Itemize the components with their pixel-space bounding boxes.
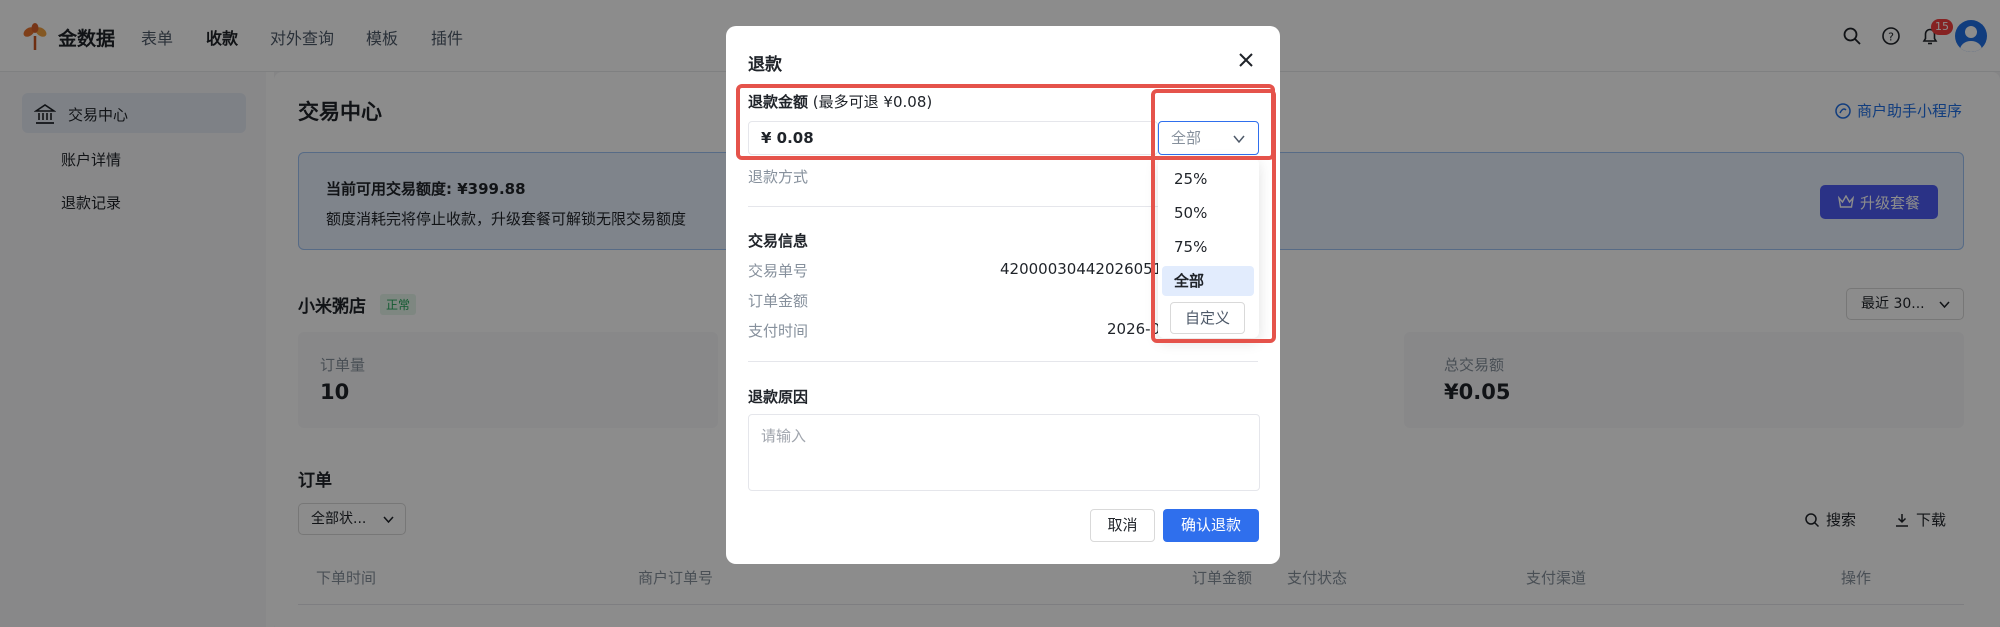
refund-percentage-value: 全部 [1171, 129, 1202, 147]
refund-amount-title: 退款金额 [748, 93, 809, 111]
refund-amount-value: ¥ 0.08 [761, 129, 814, 147]
refund-percentage-select[interactable]: 全部 [1158, 121, 1259, 155]
option-25[interactable]: 25% [1162, 164, 1254, 194]
option-all[interactable]: 全部 [1162, 266, 1254, 296]
reason-placeholder: 请输入 [761, 427, 807, 445]
option-50[interactable]: 50% [1162, 198, 1254, 228]
refund-method-label: 退款方式 [748, 168, 809, 186]
refund-reason-label: 退款原因 [748, 388, 809, 406]
cancel-button[interactable]: 取消 [1090, 509, 1155, 542]
refund-amount-label: 退款金额 (最多可退 ¥0.08) [748, 91, 932, 112]
refund-amount-hint: (最多可退 ¥0.08) [812, 93, 933, 111]
order-amount-label: 订单金额 [748, 292, 809, 310]
trade-no-value: 420000304420260514 [1000, 260, 1158, 278]
dialog-title: 退款 [748, 55, 782, 75]
refund-reason-input[interactable]: 请输入 [748, 414, 1260, 491]
trade-info-title: 交易信息 [748, 232, 809, 250]
trade-no-label: 交易单号 [748, 262, 809, 280]
confirm-refund-button[interactable]: 确认退款 [1163, 509, 1259, 542]
chevron-down-icon [1233, 135, 1245, 144]
divider [748, 361, 1258, 362]
close-icon[interactable] [1236, 50, 1256, 70]
pay-time-label: 支付时间 [748, 322, 809, 340]
custom-amount-button[interactable]: 自定义 [1170, 302, 1245, 334]
pay-time-value: 2026-0 [1107, 320, 1158, 338]
refund-amount-input[interactable]: ¥ 0.08 [748, 121, 1158, 155]
option-75[interactable]: 75% [1162, 232, 1254, 262]
